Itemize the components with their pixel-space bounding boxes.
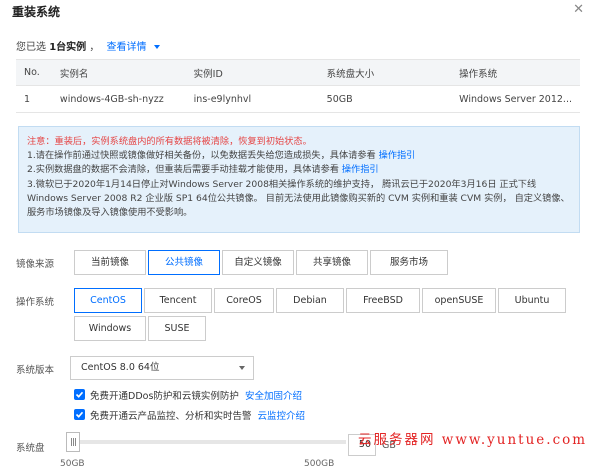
col-instance-name: 实例名 (51, 59, 186, 86)
notice-warning: 注意：重装后，实例系统盘内的所有数据将被清除，恢复到初始状态。 (27, 136, 312, 147)
disk-max-label: 500GB (304, 459, 335, 469)
col-disk-size: 系统盘大小 (318, 59, 452, 86)
dialog-title: 重装系统 (12, 5, 61, 19)
ddos-protection-text: 免费开通DDos防护和云镜实例防护 (90, 391, 239, 402)
notice-line-1-text: 1.请在操作前通过快照或镜像做好相关备份，以免数据丢失给您造成损失，具体请参看 (27, 150, 376, 162)
os-label: 操作系统 (16, 297, 55, 308)
disk-size-slider-handle[interactable] (66, 432, 80, 452)
table-row: 1 windows-4GB-sh-nyzz ins-e9lynhvl 50GB … (16, 85, 580, 113)
view-details-label: 查看详情 (106, 42, 147, 53)
chevron-down-icon (153, 45, 160, 49)
notice-guide-link-2[interactable]: 操作指引 (342, 164, 379, 175)
summary-separator: ， (89, 42, 100, 53)
version-label: 系统版本 (16, 365, 55, 376)
image-source-public[interactable]: 公共镜像 (148, 250, 220, 275)
close-icon[interactable]: ✕ (573, 2, 584, 17)
monitoring-checkbox[interactable] (74, 409, 85, 420)
disk-min-label: 50GB (60, 459, 85, 469)
instance-table: No. 实例名 实例ID 系统盘大小 操作系统 1 windows-4GB-sh… (16, 59, 580, 113)
cell-instance-name: windows-4GB-sh-nyzz (51, 85, 186, 113)
ddos-protection-option: 免费开通DDos防护和云镜实例防护 安全加固介绍 (90, 388, 302, 402)
version-value: CentOS 8.0 64位 (81, 362, 160, 373)
disk-size-slider-track[interactable] (70, 440, 346, 444)
image-source-current[interactable]: 当前镜像 (74, 250, 146, 275)
system-disk-label: 系统盘 (16, 443, 45, 454)
os-freebsd[interactable]: FreeBSD (346, 288, 420, 313)
image-source-shared[interactable]: 共享镜像 (296, 250, 368, 275)
instance-count: 1台实例 (49, 42, 87, 53)
os-windows[interactable]: Windows (74, 316, 146, 341)
image-source-label: 镜像来源 (16, 259, 55, 270)
watermark: 云服务器网 www.yuntue.com (358, 432, 588, 448)
col-no: No. (16, 59, 52, 86)
version-select[interactable]: CentOS 8.0 64位 (70, 356, 254, 380)
ddos-protection-checkbox[interactable] (74, 389, 85, 400)
col-os: 操作系统 (451, 59, 580, 86)
notice-line-5: 服务市场镜像及导入镜像使用不受影响。 (27, 207, 193, 219)
notice-line-2-text: 2.实例数据盘的数据不会清除，但重装后需要手动挂载才能使用，具体请参看 (27, 164, 339, 176)
cell-no: 1 (16, 85, 52, 113)
os-coreos[interactable]: CoreOS (214, 288, 274, 313)
check-icon (75, 411, 84, 418)
notice-guide-link-1[interactable]: 操作指引 (379, 150, 416, 161)
check-icon (75, 391, 84, 398)
os-tencent[interactable]: Tencent (144, 288, 212, 313)
os-debian[interactable]: Debian (276, 288, 344, 313)
notice-line-2: 2.实例数据盘的数据不会清除，但重装后需要手动挂载才能使用，具体请参看 操作指引 (27, 163, 571, 177)
table-header-row: No. 实例名 实例ID 系统盘大小 操作系统 (16, 59, 580, 86)
monitoring-intro-link[interactable]: 云监控介绍 (258, 411, 306, 422)
cell-disk-size: 50GB (318, 85, 452, 113)
os-opensuse[interactable]: openSUSE (422, 288, 496, 313)
notice-line-3: 3.微软已于2020年1月14日停止对Windows Server 2008相关… (27, 178, 537, 190)
selection-summary: 您已选 1台实例 ， 查看详情 (16, 38, 160, 53)
notice-box: 注意：重装后，实例系统盘内的所有数据将被清除，恢复到初始状态。 1.请在操作前通… (18, 126, 580, 233)
notice-line-4: Windows Server 2008 R2 企业版 SP1 64位公共镜像。 … (27, 192, 570, 204)
image-source-custom[interactable]: 自定义镜像 (222, 250, 294, 275)
security-intro-link[interactable]: 安全加固介绍 (245, 391, 302, 402)
image-source-marketplace[interactable]: 服务市场 (370, 250, 448, 275)
summary-prefix: 您已选 (16, 42, 46, 53)
os-ubuntu[interactable]: Ubuntu (498, 288, 566, 313)
view-details-link[interactable]: 查看详情 (107, 42, 160, 53)
chevron-down-icon (239, 366, 245, 370)
cell-os: Windows Server 2012... (451, 85, 580, 113)
col-instance-id: 实例ID (185, 59, 319, 86)
os-centos[interactable]: CentOS (74, 288, 142, 313)
monitoring-option: 免费开通云产品监控、分析和实时告警 云监控介绍 (90, 408, 305, 422)
monitoring-text: 免费开通云产品监控、分析和实时告警 (90, 411, 252, 422)
os-suse[interactable]: SUSE (148, 316, 206, 341)
cell-instance-id: ins-e9lynhvl (185, 85, 319, 113)
notice-line-1: 1.请在操作前通过快照或镜像做好相关备份，以免数据丢失给您造成损失，具体请参看 … (27, 149, 571, 163)
